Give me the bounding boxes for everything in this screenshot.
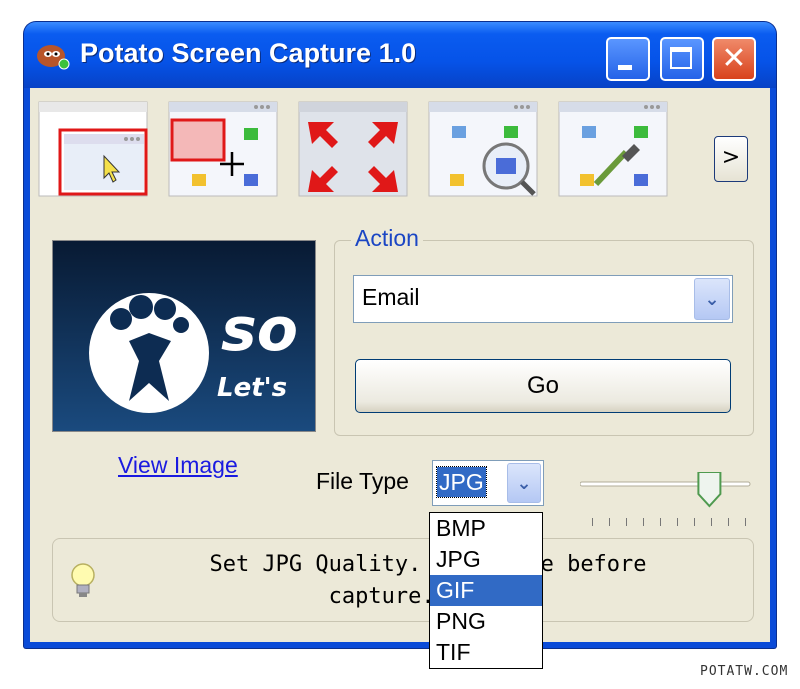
tip-panel: Set JPG Quality. Adju alue before captur…: [52, 538, 754, 622]
region-capture-button[interactable]: [168, 100, 278, 198]
slider-track: [579, 481, 751, 487]
fullscreen-capture-button[interactable]: [298, 100, 408, 198]
close-icon: ✕: [721, 41, 747, 76]
watermark: POTATW.COM: [700, 664, 789, 679]
preview-logo-text: so: [221, 295, 298, 365]
action-group-label: Action: [351, 225, 423, 252]
file-type-select-value: JPG: [436, 466, 487, 498]
go-button[interactable]: Go: [355, 359, 731, 413]
chevron-down-icon: ⌄: [704, 289, 720, 310]
title-bar[interactable]: Potato Screen Capture 1.0 ✕: [24, 22, 776, 88]
zoom-capture-icon: [428, 101, 538, 197]
chevron-down-icon: ⌄: [516, 473, 532, 494]
client-area: > so Let's Action Email ⌄ Go View Image …: [30, 88, 770, 642]
maximize-icon: [670, 47, 692, 69]
potato-app-icon: [37, 45, 70, 70]
file-type-label: File Type: [316, 468, 409, 494]
window-capture-icon: [38, 101, 148, 197]
minimize-icon: [618, 65, 632, 70]
preview-logo-tagline: Let's: [217, 373, 288, 403]
view-image-link[interactable]: View Image: [118, 452, 238, 479]
action-group: Action Email ⌄ Go: [334, 225, 754, 436]
capture-preview: so Let's: [52, 240, 316, 432]
maximize-button[interactable]: [660, 37, 704, 81]
fullscreen-capture-icon: [298, 101, 408, 197]
minimize-button[interactable]: [606, 37, 650, 81]
color-picker-button[interactable]: [558, 100, 668, 198]
tip-text: Set JPG Quality. Adju alue before captur…: [209, 552, 647, 609]
file-type-option-bmp[interactable]: BMP: [430, 513, 542, 544]
zoom-capture-button[interactable]: [428, 100, 538, 198]
file-type-select[interactable]: JPG ⌄: [432, 460, 544, 506]
close-button[interactable]: ✕: [712, 37, 756, 81]
action-select-value: Email: [362, 284, 420, 310]
color-picker-icon: [558, 101, 668, 197]
quality-slider[interactable]: [579, 471, 752, 532]
window-title: Potato Screen Capture 1.0: [80, 38, 417, 68]
action-dropdown-button[interactable]: ⌄: [694, 278, 730, 320]
lightbulb-icon: [71, 563, 95, 597]
action-select[interactable]: Email ⌄: [353, 275, 733, 323]
file-type-option-tif[interactable]: TIF: [430, 637, 542, 668]
file-type-option-png[interactable]: PNG: [430, 606, 542, 637]
window-capture-button[interactable]: [38, 100, 148, 198]
file-type-option-gif[interactable]: GIF: [430, 575, 542, 606]
region-capture-icon: [168, 101, 278, 197]
app-window: Potato Screen Capture 1.0 ✕ > so Let's A…: [24, 22, 776, 648]
toolbar-next-button[interactable]: >: [714, 136, 748, 182]
file-type-dropdown-button[interactable]: ⌄: [507, 463, 541, 503]
file-type-option-jpg[interactable]: JPG: [430, 544, 542, 575]
file-type-options-list: BMP JPG GIF PNG TIF: [429, 512, 543, 669]
slider-ticks: [592, 518, 746, 526]
slider-thumb[interactable]: [697, 471, 722, 508]
